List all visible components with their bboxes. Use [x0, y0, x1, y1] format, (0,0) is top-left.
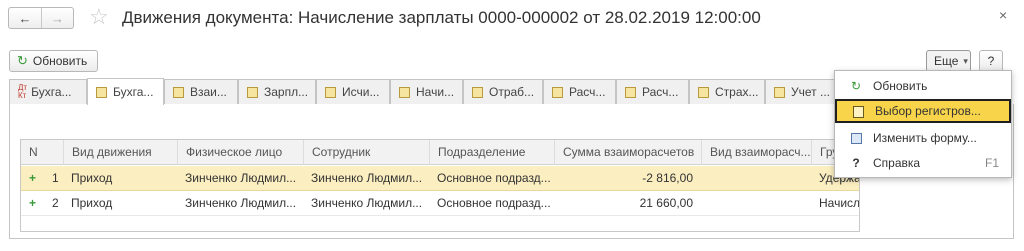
- register-icon: [325, 86, 336, 98]
- tab-label: Страх...: [715, 85, 759, 99]
- register-icon: [774, 86, 785, 98]
- table-row[interactable]: + 1 Приход Зинченко Людмил... Зинченко Л…: [21, 166, 859, 191]
- chevron-down-icon: ▾: [963, 55, 968, 66]
- register-icon: [625, 86, 636, 98]
- menu-item-label: Справка: [873, 156, 921, 170]
- cell-settlement-type: [701, 191, 811, 216]
- tab-calculations-2[interactable]: Расч...: [616, 79, 689, 104]
- more-button-label: Еще: [934, 54, 959, 68]
- cell-division: Основное подразд...: [437, 171, 551, 185]
- forward-button[interactable]: →: [40, 8, 73, 28]
- help-button-label: ?: [987, 54, 995, 68]
- register-icon: [472, 86, 483, 98]
- tab-label: Бухга...: [31, 85, 72, 99]
- tab-calculations-1[interactable]: Расч...: [543, 79, 616, 104]
- tab-mutual-settlements[interactable]: Взаи...: [164, 79, 238, 104]
- register-icon: [173, 86, 184, 98]
- tab-label: Исчи...: [342, 85, 380, 99]
- cell-person: Зинченко Людмил...: [185, 196, 297, 210]
- income-sign-icon: +: [29, 171, 37, 185]
- back-button[interactable]: ←: [9, 8, 41, 28]
- column-header-person[interactable]: Физическое лицо: [177, 140, 303, 165]
- tab-insurance[interactable]: Страх...: [689, 79, 765, 104]
- registers-icon: [851, 104, 865, 118]
- refresh-button[interactable]: ↻ Обновить: [9, 50, 98, 72]
- movements-table: N Вид движения Физическое лицо Сотрудник…: [20, 139, 860, 232]
- close-icon[interactable]: ×: [999, 7, 1007, 23]
- column-header-employee[interactable]: Сотрудник: [303, 140, 429, 165]
- column-header-settlement-type[interactable]: Вид взаиморасч...: [701, 140, 811, 165]
- cell-group: Начислено: [819, 196, 860, 210]
- more-button[interactable]: Еще ▾: [926, 50, 971, 72]
- tab-accounting-of[interactable]: Учет ...: [765, 79, 835, 104]
- tab-label: Начи...: [416, 85, 455, 99]
- menu-item-help[interactable]: ? Справка F1: [835, 151, 1011, 175]
- tab-label: Отраб...: [489, 85, 535, 99]
- column-header-n[interactable]: N: [21, 140, 63, 165]
- cell-kind: Приход: [71, 171, 113, 185]
- tab-accounting[interactable]: Бухга...: [87, 78, 164, 105]
- dt-kt-icon: Дт Кт: [18, 84, 27, 100]
- arrow-left-icon: ←: [18, 10, 32, 26]
- cell-amount: -2 816,00: [642, 171, 693, 185]
- cell-person: Зинченко Людмил...: [185, 171, 297, 185]
- cell-amount: 21 660,00: [639, 196, 693, 210]
- menu-item-change-form[interactable]: Изменить форму...: [835, 126, 1011, 150]
- cell-settlement-type: [701, 166, 811, 191]
- tab-worked[interactable]: Отраб...: [463, 79, 543, 104]
- arrow-right-icon: →: [50, 10, 64, 26]
- column-header-kind[interactable]: Вид движения: [63, 140, 177, 165]
- cell-division: Основное подразд...: [437, 196, 551, 210]
- window-title: Движения документа: Начисление зарплаты …: [122, 8, 761, 27]
- refresh-icon: ↻: [850, 79, 862, 93]
- tab-label: Учет ...: [791, 85, 830, 99]
- table-row[interactable]: + 2 Приход Зинченко Людмил... Зинченко Л…: [21, 191, 859, 216]
- register-icon: [247, 86, 258, 98]
- register-icon: [96, 86, 107, 98]
- tab-calculated[interactable]: Исчи...: [316, 79, 390, 104]
- column-header-amount[interactable]: Сумма взаиморасчетов: [554, 140, 701, 165]
- menu-item-label: Обновить: [873, 79, 928, 93]
- tab-label: Взаи...: [190, 85, 227, 99]
- tab-label: Расч...: [642, 85, 679, 99]
- income-sign-icon: +: [29, 196, 37, 210]
- help-button[interactable]: ?: [979, 50, 1003, 72]
- help-icon: ?: [852, 156, 860, 170]
- cell-kind: Приход: [71, 196, 113, 210]
- row-number: 1: [52, 171, 59, 185]
- tab-label: Расч...: [569, 85, 606, 99]
- kt-text: Кт: [18, 91, 27, 100]
- menu-item-label: Выбор регистров...: [875, 104, 981, 118]
- register-icon: [552, 86, 563, 98]
- tab-label: Бухга...: [113, 85, 154, 99]
- table-header: N Вид движения Физическое лицо Сотрудник…: [21, 140, 859, 165]
- menu-item-label: Изменить форму...: [873, 131, 977, 145]
- register-icon: [698, 86, 709, 98]
- tab-accruals[interactable]: Начи...: [390, 79, 463, 104]
- column-header-division[interactable]: Подразделение: [429, 140, 554, 165]
- refresh-icon: ↻: [17, 53, 28, 68]
- row-number: 2: [52, 196, 59, 210]
- menu-item-select-registers[interactable]: Выбор регистров...: [835, 99, 1011, 123]
- shortcut-hint: F1: [984, 156, 999, 170]
- cell-employee: Зинченко Людмил...: [311, 171, 423, 185]
- register-icon: [399, 86, 410, 98]
- tab-accounting-dt-kt[interactable]: Дт Кт Бухга...: [9, 79, 87, 104]
- tab-salary[interactable]: Зарпл...: [238, 79, 316, 104]
- more-dropdown-menu: ↻ Обновить Выбор регистров... Изменить ф…: [834, 70, 1012, 178]
- menu-item-refresh[interactable]: ↻ Обновить: [835, 74, 1011, 98]
- refresh-button-label: Обновить: [32, 54, 88, 68]
- form-settings-icon: [849, 131, 863, 145]
- cell-employee: Зинченко Людмил...: [311, 196, 423, 210]
- tab-label: Зарпл...: [264, 85, 309, 99]
- navigation-buttons: ← →: [8, 7, 74, 29]
- favorite-star-icon[interactable]: ☆: [89, 4, 109, 30]
